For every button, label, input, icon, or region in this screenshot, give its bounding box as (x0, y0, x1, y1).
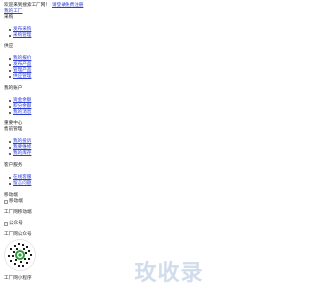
bullet-icon (9, 100, 12, 103)
bullet-icon (9, 64, 12, 67)
bullet-icon (9, 106, 12, 109)
miniprogram-label: 工厂网小程序 (4, 276, 32, 281)
section-subtitle-presale: 售前管理 (4, 127, 23, 132)
bullet-icon (9, 183, 12, 186)
mobile-label: 工厂网移动端 (4, 210, 32, 215)
link-my-messages[interactable]: 我的消息 (13, 110, 31, 116)
bullet-icon (9, 153, 12, 156)
bullet-icon (9, 177, 12, 180)
link-leave-message[interactable]: 留言问题 (13, 181, 31, 187)
login-link[interactable]: 请登录 (52, 3, 66, 9)
bullet-icon (9, 29, 12, 32)
link-supply-management[interactable]: 供应管理 (13, 74, 31, 80)
section-title-supply: 供应 (4, 44, 14, 49)
bullet-icon (9, 58, 12, 61)
qr-code-icon (4, 239, 36, 271)
bullet-icon (9, 141, 12, 144)
section-title-account: 我的账户 (4, 86, 23, 91)
wechat-label: 工厂网公众号 (4, 232, 32, 237)
broken-image-icon (4, 200, 8, 204)
bullet-icon (9, 70, 12, 73)
link-my-inventory[interactable]: 我的库存 (13, 151, 31, 157)
broken-image-icon (4, 222, 8, 226)
watermark-text: 玫收录 (134, 261, 204, 286)
link-purchase-management[interactable]: 采购管理 (13, 33, 31, 39)
bullet-icon (9, 147, 12, 150)
bullet-icon (9, 76, 12, 79)
register-link[interactable]: 免费注册 (65, 3, 83, 9)
bullet-icon (9, 112, 12, 115)
bullet-icon (9, 35, 12, 38)
mobile-image-alt: 移动端 (9, 199, 23, 204)
section-title-purchase: 采购 (4, 15, 14, 20)
wechat-image-alt: 公众号 (9, 221, 23, 226)
section-title-service: 客户服务 (4, 163, 23, 168)
